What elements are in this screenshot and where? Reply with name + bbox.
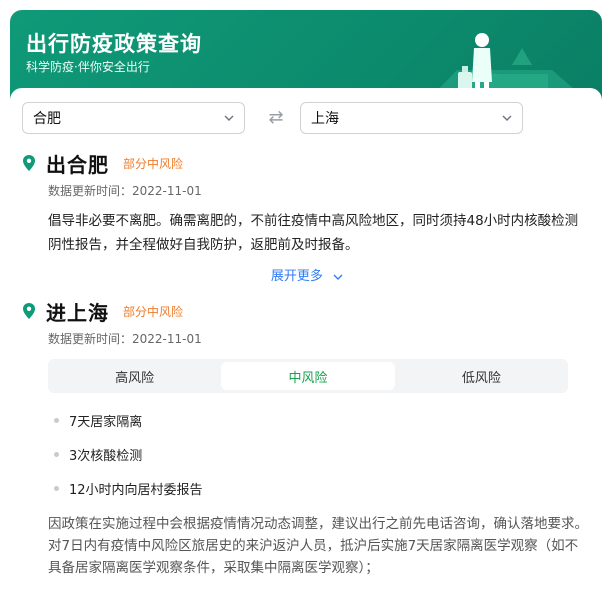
location-pin-icon bbox=[23, 155, 35, 171]
policy-notes: 因政策在实施过程中会根据疫情情况动态调整，建议出行之前先电话咨询，确认落地要求。… bbox=[48, 513, 588, 579]
arrival-updated-time: 数据更新时间：2022-11-01 bbox=[48, 332, 202, 346]
route-selector: 合肥 ⇄ 上海 bbox=[22, 102, 588, 136]
policy-card: 合肥 ⇄ 上海 出合肥 部分中风险 数据更新时间：2022-11-01 倡导非必… bbox=[10, 88, 602, 600]
location-pin-icon bbox=[23, 303, 35, 319]
departure-policy-text: 倡导非必要不离肥。确需离肥的，不前往疫情中高风险地区，同时须持48小时内核酸检测… bbox=[48, 213, 579, 253]
expand-more-link[interactable]: 展开更多 bbox=[22, 265, 592, 284]
requirement-list: 7天居家隔离 3次核酸检测 12小时内向居村委报告 bbox=[48, 403, 592, 505]
requirement-text: 3次核酸检测 bbox=[69, 448, 143, 464]
arrival-section: 进上海 部分中风险 数据更新时间：2022-11-01 高风险 中风险 低风险 … bbox=[22, 296, 592, 579]
arrival-title: 进上海 bbox=[46, 300, 109, 325]
tab-medium-risk[interactable]: 中风险 bbox=[221, 362, 395, 390]
tab-high-risk[interactable]: 高风险 bbox=[48, 359, 221, 393]
departure-header: 出合肥 部分中风险 bbox=[22, 148, 592, 178]
arrival-risk-badge: 部分中风险 bbox=[123, 304, 184, 319]
from-city-value: 合肥 bbox=[33, 111, 61, 127]
note-dynamic-adjustment: 因政策在实施过程中会根据疫情情况动态调整，建议出行之前先电话咨询，确认落地要求。 bbox=[48, 516, 588, 532]
requirement-text: 7天居家隔离 bbox=[69, 414, 143, 430]
arrival-header: 进上海 部分中风险 bbox=[22, 296, 592, 326]
bullet-dot bbox=[54, 485, 59, 491]
list-item: 7天居家隔离 bbox=[48, 403, 592, 437]
to-city-value: 上海 bbox=[311, 111, 339, 127]
departure-section: 出合肥 部分中风险 数据更新时间：2022-11-01 倡导非必要不离肥。确需离… bbox=[22, 148, 592, 284]
departure-title: 出合肥 bbox=[46, 152, 109, 177]
list-item: 12小时内向居村委报告 bbox=[48, 471, 592, 505]
chevron-down-icon bbox=[502, 115, 512, 121]
departure-updated-time: 数据更新时间：2022-11-01 bbox=[48, 184, 202, 198]
tab-low-risk[interactable]: 低风险 bbox=[395, 359, 568, 393]
page-subtitle: 科学防疫·伴你安全出行 bbox=[26, 60, 150, 74]
page-title: 出行防疫政策查询 bbox=[26, 32, 202, 56]
list-item: 3次核酸检测 bbox=[48, 437, 592, 471]
requirement-text: 12小时内向居村委报告 bbox=[69, 482, 203, 498]
policy-page: 出行防疫政策查询 科学防疫·伴你安全出行 合肥 ⇄ 上海 出合肥 部分中风险 数… bbox=[0, 0, 610, 600]
risk-level-tabs: 高风险 中风险 低风险 bbox=[48, 359, 568, 393]
chevron-down-icon bbox=[224, 115, 234, 121]
departure-risk-badge: 部分中风险 bbox=[123, 156, 184, 171]
expand-more-label: 展开更多 bbox=[270, 269, 323, 284]
chevron-down-icon bbox=[333, 274, 343, 280]
bullet-dot bbox=[54, 451, 59, 457]
note-medium-risk-arrivals: 对7日内有疫情中风险区旅居史的来沪返沪人员，抵沪后实施7天居家隔离医学观察（如不… bbox=[48, 538, 579, 576]
swap-arrows-icon[interactable]: ⇄ bbox=[265, 108, 287, 128]
bullet-dot bbox=[54, 417, 59, 423]
to-city-select[interactable]: 上海 bbox=[300, 102, 523, 134]
from-city-select[interactable]: 合肥 bbox=[22, 102, 245, 134]
